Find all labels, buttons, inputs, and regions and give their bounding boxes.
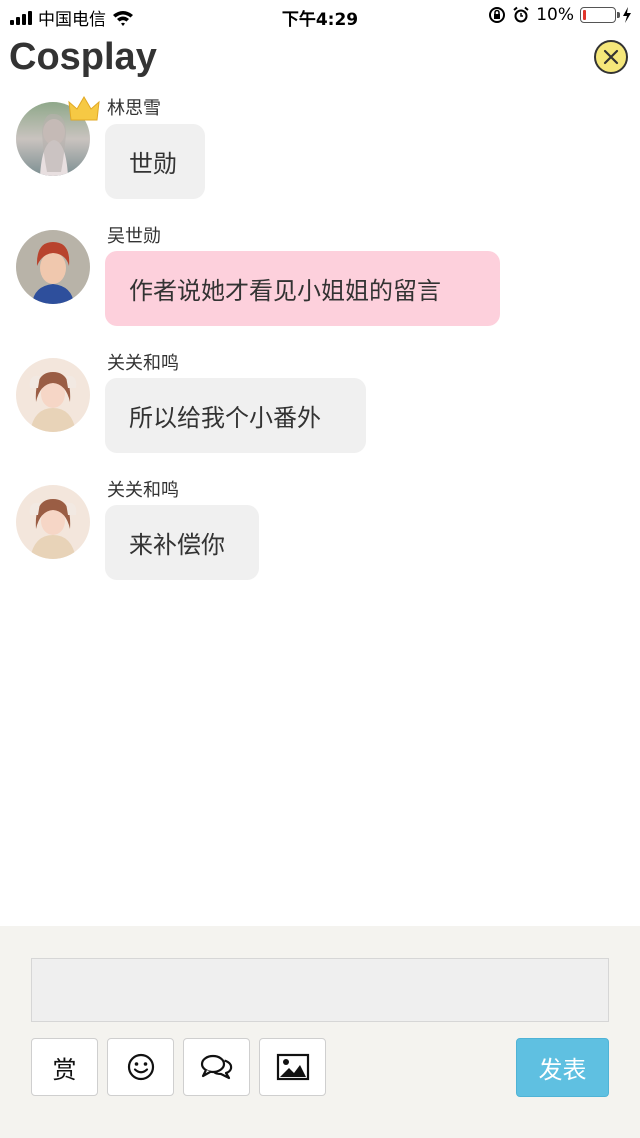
smiley-icon	[127, 1053, 154, 1081]
battery-percent: 10%	[536, 5, 574, 25]
speech-bubbles-icon	[200, 1054, 232, 1080]
sender-name: 关关和鸣	[107, 480, 179, 501]
page-title: Cosplay	[9, 36, 157, 78]
avatar[interactable]	[16, 230, 90, 304]
image-button[interactable]	[259, 1038, 326, 1096]
status-bar: 中国电信 下午4:29 10%	[0, 0, 640, 32]
emoji-button[interactable]	[107, 1038, 174, 1096]
battery-fill	[583, 10, 586, 20]
picture-icon	[276, 1053, 309, 1081]
rotation-lock-icon	[489, 7, 506, 23]
alarm-icon	[513, 6, 529, 23]
reward-button[interactable]: 赏	[31, 1038, 98, 1096]
message-bubble[interactable]: 来补偿你	[105, 505, 259, 580]
crown-icon	[68, 96, 100, 121]
composer-bar: 赏 发表	[0, 926, 640, 1138]
battery-icon	[580, 7, 620, 23]
status-right: 10%	[488, 5, 632, 25]
sender-name: 林思雪	[107, 98, 161, 119]
message-bubble[interactable]: 作者说她才看见小姐姐的留言	[105, 251, 500, 326]
sender-name: 关关和鸣	[107, 353, 179, 374]
send-button[interactable]: 发表	[516, 1038, 609, 1097]
message-bubble[interactable]: 所以给我个小番外	[105, 378, 366, 453]
message-bubble[interactable]: 世勋	[105, 124, 205, 199]
message-input[interactable]	[31, 958, 609, 1022]
charging-icon	[623, 7, 631, 23]
avatar[interactable]	[16, 358, 90, 432]
close-button[interactable]	[594, 40, 628, 74]
sender-name: 吴世勋	[107, 226, 161, 247]
reply-button[interactable]	[183, 1038, 250, 1096]
avatar[interactable]	[16, 485, 90, 559]
close-circle-icon	[603, 49, 619, 65]
